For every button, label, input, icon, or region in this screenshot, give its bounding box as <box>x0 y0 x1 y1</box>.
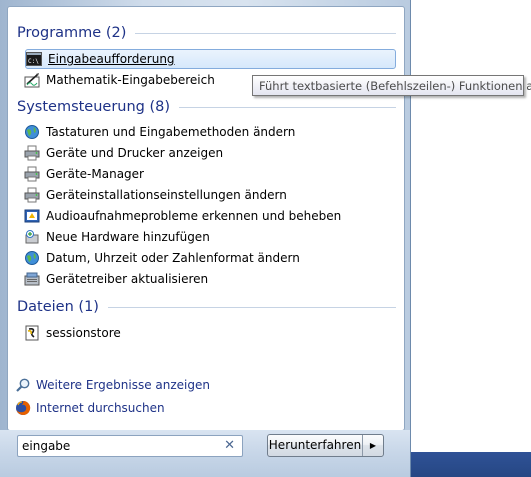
group-divider <box>107 306 396 308</box>
result-label: Audioaufnahmeprobleme erkennen und beheb… <box>46 209 342 223</box>
script-file-icon <box>24 325 40 341</box>
printer-icon <box>24 187 40 203</box>
result-label: Neue Hardware hinzufügen <box>46 230 210 244</box>
printer-icon <box>24 166 40 182</box>
math-input-icon <box>24 72 40 88</box>
taskbar <box>411 452 531 477</box>
group-divider <box>135 32 396 34</box>
group-header-programs-label: Programme (2) <box>17 25 127 41</box>
result-geraete-drucker[interactable]: Geräte und Drucker anzeigen <box>24 143 396 163</box>
result-label: Gerätetreiber aktualisieren <box>46 272 209 286</box>
clear-search-icon[interactable]: ✕ <box>224 438 235 454</box>
result-label: Datum, Uhrzeit oder Zahlenformat ändern <box>46 251 300 265</box>
group-header-files-label: Dateien (1) <box>17 299 99 315</box>
result-label: Eingabeaufforderung <box>48 52 175 66</box>
group-header-files: Dateien (1) <box>17 296 396 318</box>
group-header-control-panel: Systemsteuerung (8) <box>17 96 396 118</box>
more-results-link[interactable]: Weitere Ergebnisse anzeigen <box>15 375 210 395</box>
firefox-icon <box>15 400 31 416</box>
search-box: ✕ <box>17 435 243 457</box>
result-label: Geräte-Manager <box>46 167 144 181</box>
globe-icon <box>24 250 40 266</box>
internet-search-link[interactable]: Internet durchsuchen <box>15 398 165 418</box>
more-results-label: Weitere Ergebnisse anzeigen <box>36 378 210 392</box>
search-input[interactable] <box>18 437 217 455</box>
result-label: Mathematik-Eingabebereich <box>46 73 215 87</box>
troubleshoot-icon <box>24 208 40 224</box>
result-geraetetreiber[interactable]: Gerätetreiber aktualisieren <box>24 269 396 289</box>
result-tastaturen[interactable]: Tastaturen und Eingabemethoden ändern <box>24 122 396 142</box>
globe-icon <box>24 124 40 140</box>
shutdown-button[interactable]: Herunterfahren <box>268 435 363 456</box>
add-hardware-icon <box>24 229 40 245</box>
shutdown-options-arrow-icon[interactable]: ▶ <box>363 441 383 450</box>
tooltip: Führt textbasierte (Befehlszeilen-) Funk… <box>252 75 531 96</box>
desktop-area <box>411 0 531 452</box>
result-datum-uhrzeit[interactable]: Datum, Uhrzeit oder Zahlenformat ändern <box>24 248 396 268</box>
result-label: Geräteinstallationseinstellungen ändern <box>46 188 287 202</box>
group-header-control-panel-label: Systemsteuerung (8) <box>17 99 171 115</box>
result-neue-hardware[interactable]: Neue Hardware hinzufügen <box>24 227 396 247</box>
result-geraeteinstallation[interactable]: Geräteinstallationseinstellungen ändern <box>24 185 396 205</box>
cmd-icon: C:\ <box>26 51 42 67</box>
internet-search-label: Internet durchsuchen <box>36 401 165 415</box>
printer-icon <box>24 145 40 161</box>
driver-icon <box>24 271 40 287</box>
result-sessionstore[interactable]: sessionstore <box>24 323 396 343</box>
svg-text:C:\: C:\ <box>28 58 39 65</box>
result-eingabeaufforderung[interactable]: C:\ Eingabeaufforderung <box>25 49 396 69</box>
group-divider <box>179 106 396 108</box>
result-audioaufnahme[interactable]: Audioaufnahmeprobleme erkennen und beheb… <box>24 206 396 226</box>
shutdown-button-group: Herunterfahren ▶ <box>267 434 384 457</box>
result-label: sessionstore <box>46 326 121 340</box>
magnifier-icon <box>15 377 31 393</box>
group-header-programs: Programme (2) <box>17 22 396 44</box>
result-label: Tastaturen und Eingabemethoden ändern <box>46 125 296 139</box>
result-label: Geräte und Drucker anzeigen <box>46 146 224 160</box>
result-geraete-manager[interactable]: Geräte-Manager <box>24 164 396 184</box>
